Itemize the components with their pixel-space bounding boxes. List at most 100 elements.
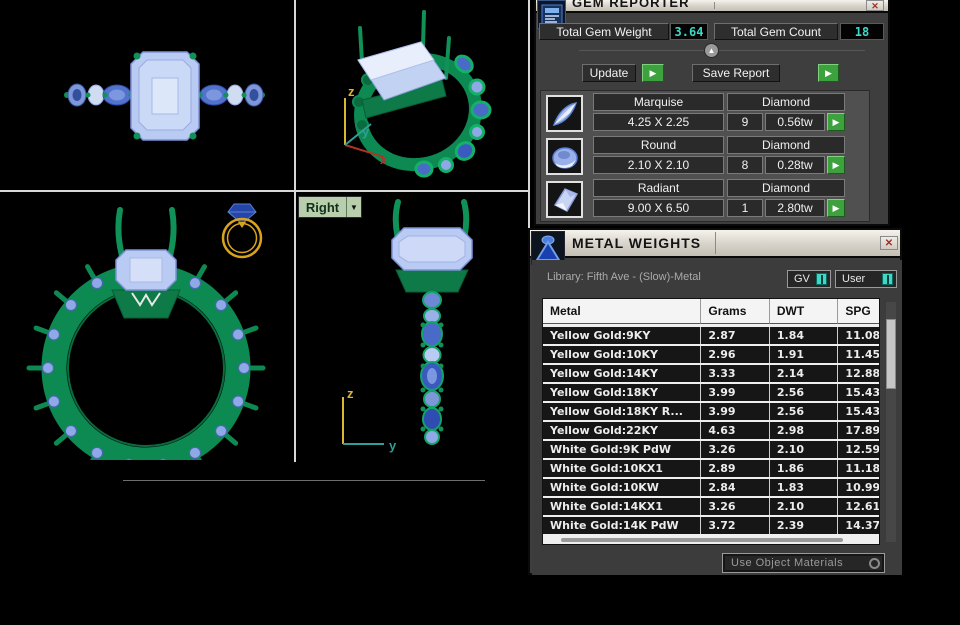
metal-name-cell: White Gold:10KX1 bbox=[543, 460, 701, 477]
table-row[interactable]: Yellow Gold:18KY 3.99 2.56 15.43 bbox=[543, 384, 880, 401]
column-header-grams: Grams bbox=[701, 299, 770, 324]
gem-shape-cell: Radiant bbox=[593, 179, 724, 197]
total-gem-weight-label: Total Gem Weight bbox=[539, 23, 669, 40]
viewport-front-view[interactable] bbox=[0, 192, 294, 460]
dwt-cell: 2.56 bbox=[770, 403, 839, 420]
gem-reporter-titlebar[interactable]: GEM REPORTER bbox=[536, 0, 888, 13]
column-header-dwt: DWT bbox=[770, 299, 839, 324]
dwt-cell: 1.84 bbox=[770, 327, 839, 344]
metal-name-cell: Yellow Gold:18KY bbox=[543, 384, 701, 401]
user-led-icon bbox=[882, 273, 893, 285]
metal-table: Metal Grams DWT SPG Yellow Gold:9KY 2.87… bbox=[542, 298, 880, 545]
metal-name-cell: Yellow Gold:14KY bbox=[543, 365, 701, 382]
update-button[interactable]: Update bbox=[582, 64, 636, 82]
axis-indicator-right: z y bbox=[343, 386, 397, 453]
gem-row-run-icon[interactable]: ▶ bbox=[827, 199, 845, 217]
spg-cell: 11.08 bbox=[838, 327, 880, 344]
grams-cell: 3.99 bbox=[701, 403, 770, 420]
gem-size-cell: 2.10 X 2.10 bbox=[593, 156, 724, 174]
table-row[interactable]: Yellow Gold:22KY 4.63 2.98 17.89 bbox=[543, 422, 880, 439]
use-object-materials-button[interactable]: Use Object Materials bbox=[722, 553, 885, 573]
table-row[interactable]: Yellow Gold:18KY R... 3.99 2.56 15.43 bbox=[543, 403, 880, 420]
grams-cell: 3.33 bbox=[701, 365, 770, 382]
gem-type-cell: Diamond bbox=[727, 136, 845, 154]
user-toggle[interactable]: User bbox=[835, 270, 897, 288]
gem-size-cell: 4.25 X 2.25 bbox=[593, 113, 724, 131]
gem-table: Marquise Diamond 4.25 X 2.25 9 0.56tw ▶ … bbox=[540, 90, 870, 222]
collapse-button[interactable]: ▲ bbox=[704, 43, 719, 58]
dwt-cell: 2.10 bbox=[770, 441, 839, 458]
viewport-top-view[interactable] bbox=[0, 0, 294, 190]
total-gem-count-label: Total Gem Count bbox=[714, 23, 838, 40]
grams-cell: 2.87 bbox=[701, 327, 770, 344]
metal-weights-body: Library: Fifth Ave - (Slow)-Metal GV Use… bbox=[532, 260, 902, 575]
total-gem-count-value: 18 bbox=[840, 23, 884, 40]
close-icon[interactable]: ✕ bbox=[866, 0, 884, 11]
gem-count-cell: 9 bbox=[727, 113, 763, 131]
dwt-cell: 1.83 bbox=[770, 479, 839, 496]
user-label: User bbox=[842, 273, 865, 285]
metal-name-cell: Yellow Gold:18KY R... bbox=[543, 403, 701, 420]
close-icon[interactable]: ✕ bbox=[880, 236, 898, 250]
save-report-run-icon[interactable]: ▶ bbox=[818, 64, 839, 82]
dwt-cell: 2.56 bbox=[770, 384, 839, 401]
gem-row-run-icon[interactable]: ▶ bbox=[827, 113, 845, 131]
vertical-scrollbar[interactable] bbox=[886, 302, 896, 542]
ring-perspective-view: z y x bbox=[296, 0, 528, 190]
viewport-right-view[interactable]: z y bbox=[296, 192, 528, 460]
gv-label: GV bbox=[794, 273, 810, 285]
metal-name-cell: White Gold:14KX1 bbox=[543, 498, 701, 515]
grams-cell: 3.72 bbox=[701, 517, 770, 534]
gem-type-cell: Diamond bbox=[727, 93, 845, 111]
library-label: Library: Fifth Ave - (Slow)-Metal bbox=[547, 271, 701, 283]
grams-cell: 3.99 bbox=[701, 384, 770, 401]
gem-type-cell: Diamond bbox=[727, 179, 845, 197]
spg-cell: 12.88 bbox=[838, 365, 880, 382]
table-row[interactable]: White Gold:9K PdW 3.26 2.10 12.59 bbox=[543, 441, 880, 458]
table-row[interactable]: White Gold:14KX1 3.26 2.10 12.61 bbox=[543, 498, 880, 515]
grams-cell: 2.96 bbox=[701, 346, 770, 363]
table-row[interactable]: Yellow Gold:9KY 2.87 1.84 11.08 bbox=[543, 327, 880, 344]
viewport-splitter-horizontal[interactable] bbox=[0, 190, 530, 192]
ring-top-view bbox=[0, 0, 294, 190]
divider bbox=[579, 50, 865, 51]
metal-table-header: Metal Grams DWT SPG bbox=[543, 299, 880, 324]
metal-name-cell: Yellow Gold:9KY bbox=[543, 327, 701, 344]
gem-weight-cell: 0.56tw bbox=[765, 113, 825, 131]
dwt-cell: 1.86 bbox=[770, 460, 839, 477]
table-row[interactable]: White Gold:10KX1 2.89 1.86 11.18 bbox=[543, 460, 880, 477]
horizontal-scrollbar-thumb[interactable] bbox=[561, 538, 843, 542]
table-row[interactable]: White Gold:14K PdW 3.72 2.39 14.37 bbox=[543, 517, 880, 534]
table-row[interactable]: White Gold:10KW 2.84 1.83 10.99 bbox=[543, 479, 880, 496]
save-report-button[interactable]: Save Report bbox=[692, 64, 780, 82]
round-gem-icon bbox=[546, 138, 583, 175]
metal-name-cell: White Gold:10KW bbox=[543, 479, 701, 496]
table-row[interactable]: Yellow Gold:10KY 2.96 1.91 11.45 bbox=[543, 346, 880, 363]
gem-reporter-title: GEM REPORTER bbox=[572, 0, 689, 10]
metal-weights-titlebar[interactable]: METAL WEIGHTS bbox=[530, 230, 900, 258]
gem-count-cell: 8 bbox=[727, 156, 763, 174]
table-row[interactable]: Yellow Gold:14KY 3.33 2.14 12.88 bbox=[543, 365, 880, 382]
spg-cell: 15.43 bbox=[838, 403, 880, 420]
chevron-down-icon[interactable]: ▼ bbox=[346, 197, 361, 217]
gem-row-run-icon[interactable]: ▶ bbox=[827, 156, 845, 174]
spg-cell: 11.45 bbox=[838, 346, 880, 363]
metal-weights-panel: METAL WEIGHTS ✕ Library: Fifth Ave - (Sl… bbox=[528, 228, 902, 575]
metal-table-rows: Yellow Gold:9KY 2.87 1.84 11.08 Yellow G… bbox=[543, 327, 880, 536]
gem-shape-cell: Marquise bbox=[593, 93, 724, 111]
gem-size-cell: 9.00 X 6.50 bbox=[593, 199, 724, 217]
metal-name-cell: Yellow Gold:10KY bbox=[543, 346, 701, 363]
viewport-splitter-vertical[interactable] bbox=[294, 0, 296, 462]
spg-cell: 10.99 bbox=[838, 479, 880, 496]
vertical-scrollbar-thumb[interactable] bbox=[886, 319, 896, 389]
spg-cell: 12.61 bbox=[838, 498, 880, 515]
viewport-border-bottom bbox=[123, 480, 485, 481]
gem-shape-cell: Round bbox=[593, 136, 724, 154]
viewport-perspective-view[interactable]: z y x bbox=[296, 0, 528, 190]
metal-name-cell: Yellow Gold:22KY bbox=[543, 422, 701, 439]
dwt-cell: 2.10 bbox=[770, 498, 839, 515]
gv-toggle[interactable]: GV bbox=[787, 270, 831, 288]
application-window: z y x bbox=[0, 0, 960, 625]
update-run-icon[interactable]: ▶ bbox=[642, 64, 664, 82]
view-label-dropdown[interactable]: Right ▼ bbox=[298, 196, 362, 218]
